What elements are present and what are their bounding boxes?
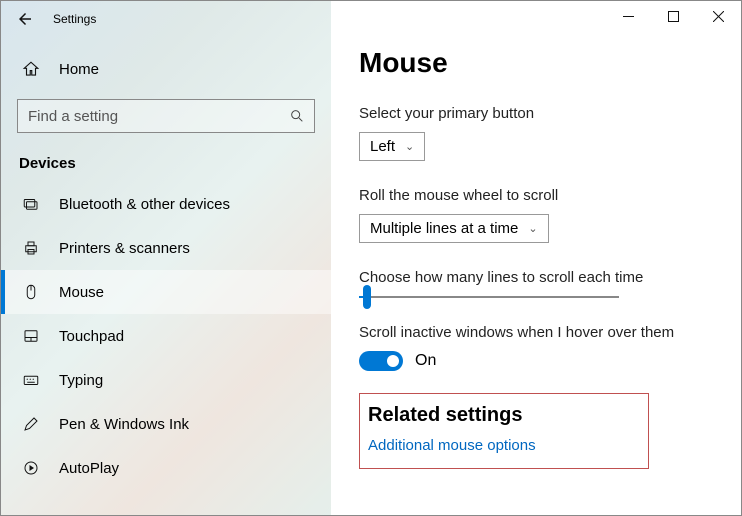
- sidebar-item-label: AutoPlay: [59, 460, 119, 477]
- back-button[interactable]: [7, 1, 43, 37]
- close-button[interactable]: [696, 1, 741, 31]
- sidebar-item-label: Touchpad: [59, 328, 124, 345]
- window-title: Settings: [53, 12, 96, 26]
- related-settings-box: Related settings Additional mouse option…: [359, 393, 649, 469]
- search-input[interactable]: [17, 99, 315, 133]
- keyboard-icon: [21, 370, 41, 390]
- sidebar-item-pen[interactable]: Pen & Windows Ink: [1, 402, 331, 446]
- mouse-icon: [21, 282, 41, 302]
- page-title: Mouse: [359, 47, 717, 79]
- wheel-value: Multiple lines at a time: [370, 220, 518, 237]
- inactive-toggle-value: On: [415, 352, 436, 370]
- wheel-dropdown[interactable]: Multiple lines at a time ⌄: [359, 214, 549, 243]
- back-arrow-icon: [15, 9, 35, 29]
- sidebar-item-bluetooth[interactable]: Bluetooth & other devices: [1, 182, 331, 226]
- sidebar-item-touchpad[interactable]: Touchpad: [1, 314, 331, 358]
- sidebar-item-autoplay[interactable]: AutoPlay: [1, 446, 331, 490]
- related-settings-title: Related settings: [368, 404, 640, 427]
- search-box[interactable]: [17, 99, 315, 133]
- sidebar-item-label: Typing: [59, 372, 103, 389]
- maximize-button[interactable]: [651, 1, 696, 31]
- additional-mouse-options-link[interactable]: Additional mouse options: [368, 437, 640, 454]
- chevron-down-icon: ⌄: [528, 222, 537, 235]
- sidebar-item-mouse[interactable]: Mouse: [1, 270, 331, 314]
- slider-thumb[interactable]: [363, 285, 371, 309]
- lines-label: Choose how many lines to scroll each tim…: [359, 269, 717, 286]
- category-header: Devices: [1, 137, 331, 182]
- minimize-button[interactable]: [606, 1, 651, 31]
- toggle-knob: [387, 355, 399, 367]
- home-icon: [21, 59, 41, 79]
- wheel-label: Roll the mouse wheel to scroll: [359, 187, 717, 204]
- sidebar-item-label: Printers & scanners: [59, 240, 190, 257]
- touchpad-icon: [21, 326, 41, 346]
- sidebar-item-label: Bluetooth & other devices: [59, 196, 230, 213]
- sidebar-item-label: Pen & Windows Ink: [59, 416, 189, 433]
- inactive-label: Scroll inactive windows when I hover ove…: [359, 324, 717, 341]
- pen-icon: [21, 414, 41, 434]
- primary-button-value: Left: [370, 138, 395, 155]
- chevron-down-icon: ⌄: [405, 140, 414, 153]
- bluetooth-devices-icon: [21, 194, 41, 214]
- nav-home[interactable]: Home: [1, 49, 331, 89]
- inactive-toggle[interactable]: [359, 351, 403, 371]
- sidebar-item-typing[interactable]: Typing: [1, 358, 331, 402]
- primary-button-label: Select your primary button: [359, 105, 717, 122]
- primary-button-dropdown[interactable]: Left ⌄: [359, 132, 425, 161]
- search-icon: [287, 106, 307, 126]
- printer-icon: [21, 238, 41, 258]
- lines-slider[interactable]: [359, 296, 619, 298]
- sidebar-item-label: Mouse: [59, 284, 104, 301]
- sidebar-item-printers[interactable]: Printers & scanners: [1, 226, 331, 270]
- autoplay-icon: [21, 458, 41, 478]
- nav-home-label: Home: [59, 61, 99, 78]
